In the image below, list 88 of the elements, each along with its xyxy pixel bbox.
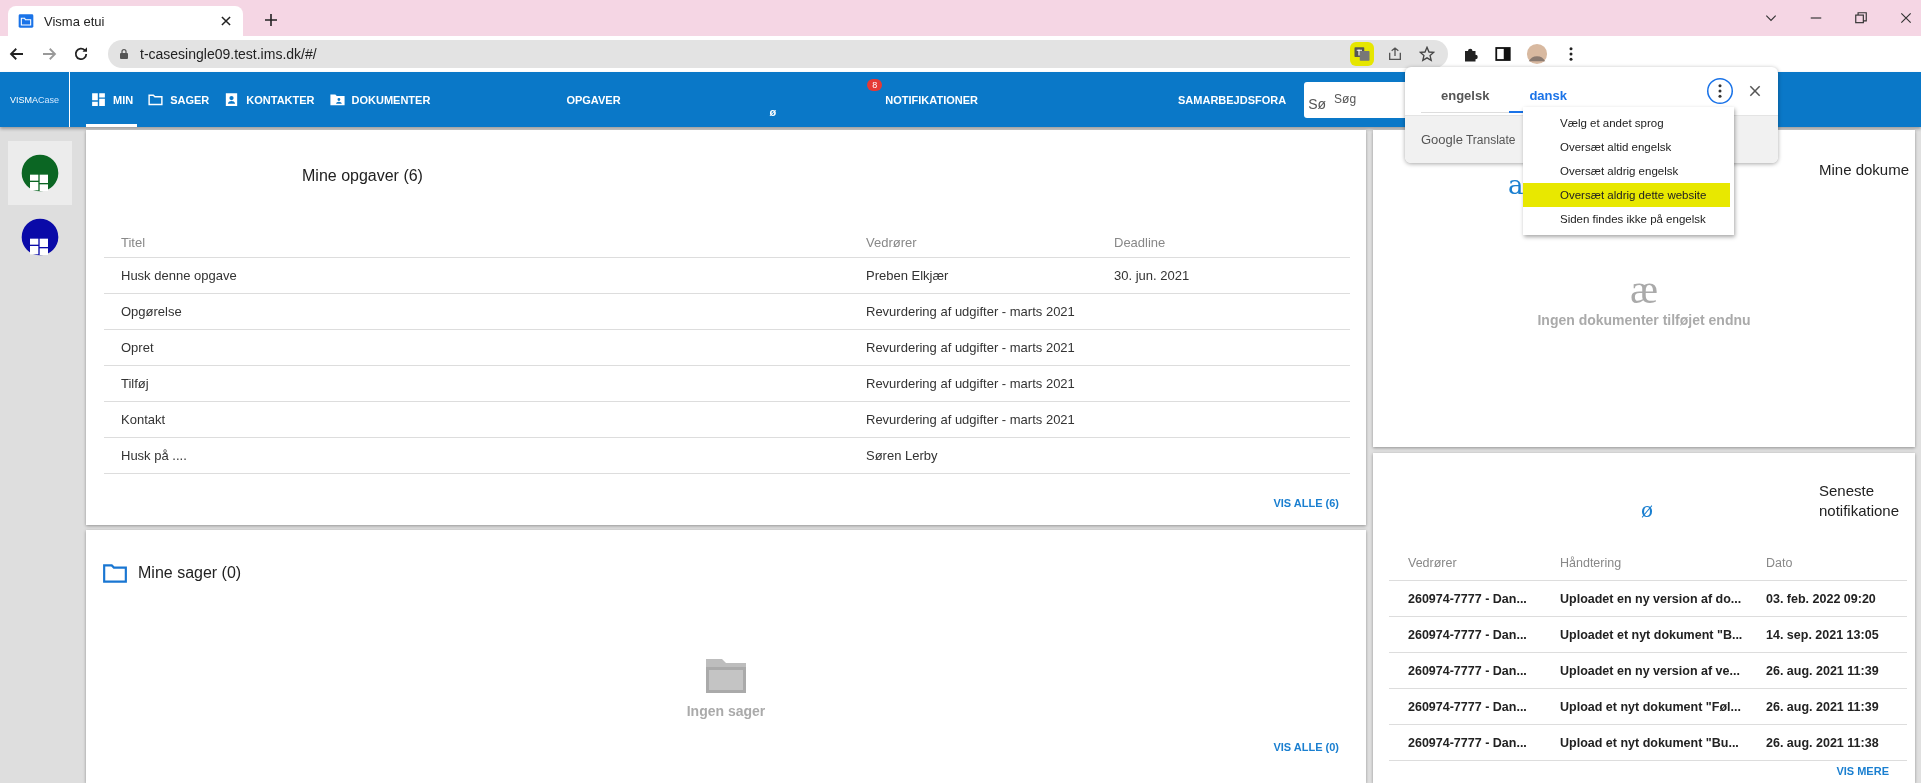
view-all-link[interactable]: VIS ALLE (6)	[1273, 497, 1339, 509]
logo-product: Case	[38, 94, 59, 105]
google-logo: Google	[1421, 132, 1463, 147]
table-cell-text: 260974-7777 - Dan...	[1407, 627, 1528, 642]
dashboard-icon	[90, 91, 107, 108]
table-cell-text: Preben Elkjær	[865, 268, 950, 283]
tab-title: Visma etui	[44, 13, 106, 29]
new-tab-icon[interactable]	[263, 12, 279, 28]
restore-icon[interactable]	[1854, 11, 1868, 25]
table-cell-text: Upload et nyt dokument "Føl...	[1559, 699, 1742, 714]
table-cell-text: Tilføj	[120, 376, 150, 391]
forward-icon[interactable]	[40, 45, 58, 63]
close-icon[interactable]	[1748, 84, 1762, 98]
nav-tab[interactable]: OPGAVER	[562, 72, 625, 127]
lock-icon	[118, 48, 130, 60]
translate-icon[interactable]	[1350, 42, 1374, 66]
table-cell-text: Uploadet en ny version af ve...	[1559, 663, 1741, 678]
card-title: Mine sager (0)	[138, 564, 242, 582]
table-cell-text: Revurdering af udgifter - marts 2021	[865, 340, 1076, 355]
table-cell-text: Upload et nyt dokument "Bu...	[1559, 735, 1740, 750]
nav-tab[interactable]: KONTAKTER	[219, 72, 319, 127]
nav-tab[interactable]: DOKUMENTER	[324, 72, 435, 127]
back-icon[interactable]	[8, 45, 26, 63]
product-name: Translate	[1465, 132, 1516, 147]
table-cell-text: Kontakt	[120, 412, 167, 427]
table-cell-text: 260974-7777 - Dan...	[1407, 591, 1528, 606]
table-cell-text: Revurdering af udgifter - marts 2021	[865, 412, 1076, 427]
address-bar[interactable]: t-casesingle09.test.ims.dk/#/	[108, 40, 1448, 68]
column-header[interactable]: Vedrører	[1389, 555, 1541, 570]
search-prefix: Sø	[1308, 95, 1327, 112]
card-title: Seneste notifikatione	[1819, 481, 1901, 521]
table-cell-text: 260974-7777 - Dan...	[1407, 735, 1528, 750]
menu-item[interactable]: Oversæt aldrig dette website	[1523, 183, 1730, 207]
table-cell-text: Søren Lerby	[865, 448, 939, 463]
dashboard-circle-icon	[20, 217, 60, 257]
browser-tab[interactable]: Visma etui	[8, 6, 243, 36]
nav-glyph: ø	[769, 106, 777, 118]
more-options-icon[interactable]	[1706, 77, 1734, 105]
dashboard-circle-icon	[20, 153, 60, 193]
empty-message: Ingen dokumenter tilføjet endnu	[1537, 312, 1751, 328]
column-header[interactable]: Titel	[104, 234, 849, 250]
nav-tab[interactable]: SAMARBEJDSFORA	[1174, 72, 1291, 127]
nav-tab[interactable]: SAGER	[143, 72, 214, 127]
reload-icon[interactable]	[72, 45, 90, 63]
table-cell-text: 260974-7777 - Dan...	[1407, 699, 1528, 714]
close-icon[interactable]	[1899, 11, 1913, 25]
table-cell-text: 26. aug. 2021 11:38	[1765, 735, 1879, 750]
table-cell-text: Revurdering af udgifter - marts 2021	[865, 376, 1076, 391]
empty-message: Ingen sager	[686, 703, 766, 719]
table-cell-text: Opret	[120, 340, 155, 355]
logo-brand: VISMA	[10, 94, 38, 105]
nav-tab[interactable]: NOTIFIKATIONER	[881, 72, 982, 127]
language-tab[interactable]: engelsk	[1421, 80, 1510, 113]
table-cell-text: Revurdering af udgifter - marts 2021	[865, 304, 1076, 319]
column-header[interactable]: Håndtering	[1541, 555, 1747, 570]
card-title: Mine dokume	[1819, 160, 1911, 180]
letter-glyph: a	[1508, 170, 1524, 200]
table-cell-text: 26. aug. 2021 11:39	[1765, 663, 1879, 678]
table-cell-text: 260974-7777 - Dan...	[1407, 663, 1528, 678]
view-all-link[interactable]: VIS ALLE (0)	[1273, 741, 1339, 753]
column-header[interactable]: Dato	[1747, 555, 1793, 570]
card-title: Mine opgaver (6)	[301, 166, 424, 186]
table-cell-text: Uploadet en ny version af do...	[1559, 591, 1743, 606]
menu-item[interactable]: Oversæt aldrig engelsk	[1523, 159, 1730, 183]
menu-item[interactable]: Vælg et andet sprog	[1523, 111, 1730, 135]
column-header[interactable]: Deadline	[1097, 234, 1166, 250]
table-cell-text: 26. aug. 2021 11:39	[1765, 699, 1879, 714]
folder-icon	[18, 13, 34, 29]
side-panel-icon[interactable]	[1494, 45, 1512, 63]
close-icon[interactable]	[219, 14, 233, 28]
table-cell-text: 30. jun. 2021	[1113, 268, 1190, 283]
menu-item[interactable]: Siden findes ikke på engelsk	[1523, 207, 1730, 231]
table-cell-text: 14. sep. 2021 13:05	[1765, 627, 1879, 642]
avatar-icon[interactable]	[1526, 43, 1548, 65]
letter-glyph: ø	[1641, 498, 1654, 522]
menu-item[interactable]: Oversæt altid engelsk	[1523, 135, 1730, 159]
count-badge: 8	[867, 79, 883, 91]
table-cell-text: Husk på ....	[120, 448, 188, 463]
letter-glyph: æ	[1630, 270, 1658, 308]
table-cell-text: Opgørelse	[120, 304, 183, 319]
view-more-link[interactable]: VIS MERE	[1836, 765, 1889, 777]
table-cell-text: 03. feb. 2022 09:20	[1765, 591, 1876, 606]
table-cell-text: Husk denne opgave	[120, 268, 238, 283]
nav-tab[interactable]: MIN	[86, 72, 138, 127]
column-header[interactable]: Vedrører	[849, 234, 1097, 250]
table-cell-text: Uploadet et nyt dokument "B...	[1559, 627, 1744, 642]
url-text: t-casesingle09.test.ims.dk/#/	[140, 46, 317, 62]
sidebar-item[interactable]	[8, 141, 72, 205]
